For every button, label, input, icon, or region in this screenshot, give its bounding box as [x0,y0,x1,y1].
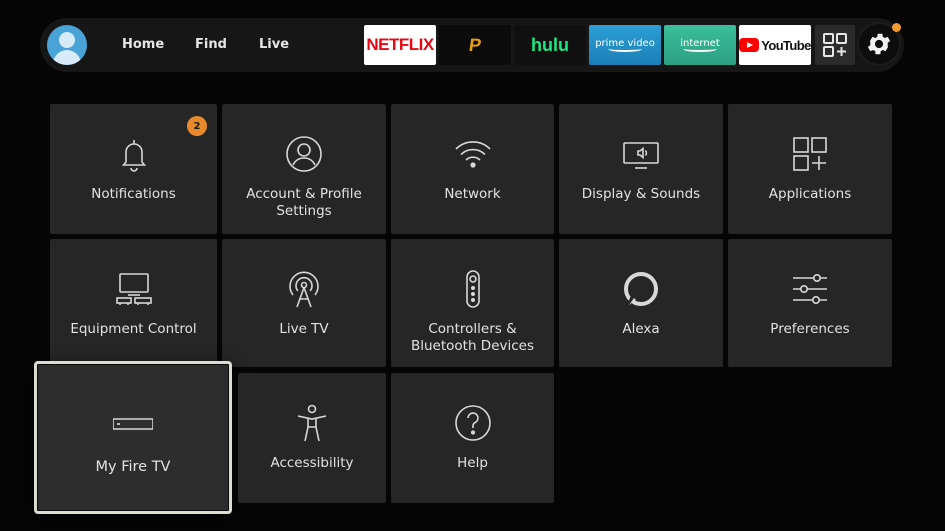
tile-network[interactable]: Network [391,104,554,234]
app-youtube[interactable]: YouTube [739,25,811,65]
all-apps-button[interactable] [815,25,855,65]
bell-icon [121,140,146,172]
tile-display-sounds[interactable]: Display & Sounds [559,104,723,234]
tile-label: Accessibility [270,455,354,471]
profile-avatar[interactable] [47,25,87,65]
sliders-icon [793,274,827,304]
smile-arrow-icon [683,46,717,52]
netflix-logo: NETFLIX [366,35,434,54]
tile-label: Live TV [279,321,329,337]
tile-label: Notifications [91,186,176,202]
antenna-icon [289,271,319,308]
tile-label: Alexa [622,321,660,337]
tile-my-fire-tv[interactable]: My Fire TV [34,361,232,514]
notification-count-badge: 2 [187,116,207,136]
remote-icon [465,270,480,308]
youtube-play-icon [739,38,760,52]
alexa-icon [624,272,658,306]
fire-tv-device-icon [113,418,153,430]
account-icon [286,136,322,172]
app-netflix[interactable]: NETFLIX [364,25,436,65]
app-hulu[interactable]: hulu [514,25,586,65]
tile-label: Controllers & Bluetooth Devices [410,321,535,354]
wifi-icon [454,141,491,168]
tile-label: Network [444,186,501,202]
tile-alexa[interactable]: Alexa [559,239,723,367]
plex-logo: P [467,34,483,55]
accessibility-icon [297,404,327,442]
app-internet[interactable]: internet [664,25,736,65]
tile-accessibility[interactable]: Accessibility [238,373,386,503]
tile-preferences[interactable]: Preferences [728,239,892,367]
help-icon [454,405,491,441]
display-sound-icon [623,142,659,169]
app-grid-icon [823,33,847,57]
tile-help[interactable]: Help [391,373,554,503]
tile-live-tv[interactable]: Live TV [222,239,386,367]
settings-notification-dot [892,23,901,32]
tile-account-profile-settings[interactable]: Account & Profile Settings [222,104,386,234]
smile-arrow-icon [608,46,642,52]
tile-label: Display & Sounds [581,186,701,202]
equipment-icon [115,273,152,305]
tile-label: My Fire TV [95,459,171,475]
tile-controllers-bluetooth[interactable]: Controllers & Bluetooth Devices [391,239,554,367]
applications-icon [793,137,827,171]
hulu-logo: hulu [531,34,569,55]
tile-equipment-control[interactable]: Equipment Control [50,239,217,367]
tile-label: Account & Profile Settings [246,186,362,219]
tile-label: Applications [768,186,852,202]
tile-label: Help [457,455,488,471]
tile-label: Equipment Control [70,321,197,337]
nav-live[interactable]: Live [259,37,289,52]
youtube-logo: YouTube [761,37,811,53]
nav-find[interactable]: Find [195,37,227,52]
gear-icon [867,33,891,55]
nav-home[interactable]: Home [122,37,164,52]
tile-applications[interactable]: Applications [728,104,892,234]
tile-label: Preferences [770,321,850,337]
avatar-person-icon [59,32,75,48]
app-plex[interactable]: P [439,25,511,65]
app-prime-video[interactable]: prime video [589,25,661,65]
